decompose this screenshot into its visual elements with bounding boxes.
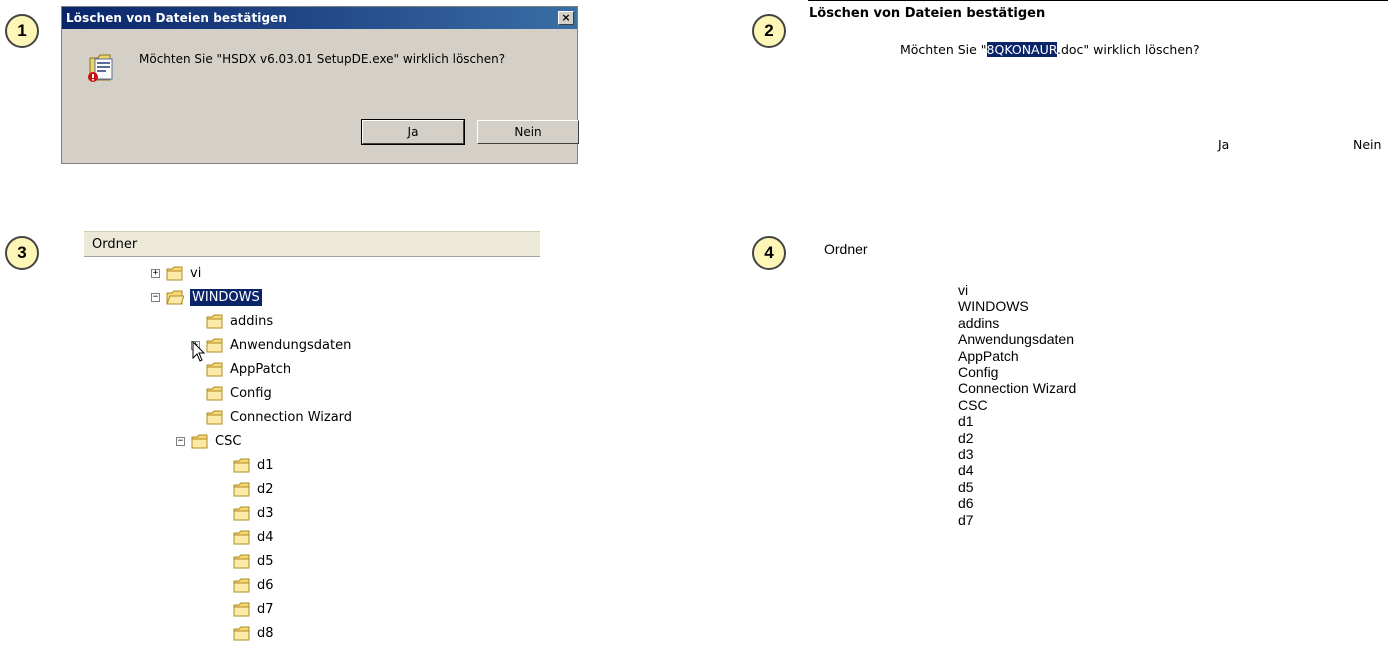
tree-node[interactable]: − CSC — [176, 431, 241, 452]
folder-tree-pane: Ordner + vi − WINDOWS addins + Anwendung… — [84, 231, 540, 649]
list-item[interactable]: d7 — [958, 512, 1076, 528]
folder-icon — [233, 506, 250, 521]
tree-node-label: CSC — [215, 434, 242, 449]
list-item[interactable]: Connection Wizard — [958, 380, 1076, 396]
tree-node[interactable]: d8 — [233, 623, 274, 644]
step-badge-4: 4 — [752, 236, 786, 270]
folder-icon — [233, 578, 250, 593]
yes-button[interactable]: Ja — [1218, 137, 1229, 152]
dialog-title: Löschen von Dateien bestätigen — [66, 11, 288, 25]
list-item[interactable]: CSC — [958, 397, 1076, 413]
tree-node[interactable]: d1 — [233, 455, 274, 476]
tree-node-label: d8 — [257, 626, 274, 641]
folder-icon — [233, 482, 250, 497]
tree-node[interactable]: Config — [206, 383, 272, 404]
tree-node-label: d7 — [257, 602, 274, 617]
tree-node-label: vi — [190, 266, 202, 281]
folder-icon — [206, 362, 223, 377]
tree-node[interactable]: − WINDOWS — [151, 287, 262, 308]
tree-node-label: Connection Wizard — [230, 410, 353, 425]
tree-node[interactable]: addins — [206, 311, 273, 332]
tree-node[interactable]: AppPatch — [206, 359, 291, 380]
tree-node-label: d1 — [257, 458, 274, 473]
tree-node[interactable]: d2 — [233, 479, 274, 500]
mouse-pointer-icon — [192, 341, 206, 362]
tree-node[interactable]: d5 — [233, 551, 274, 572]
dialog-titlebar[interactable]: Löschen von Dateien bestätigen × — [62, 7, 577, 29]
selected-filename[interactable]: 8QKONAUR — [986, 42, 1057, 57]
delete-file-icon — [86, 50, 120, 88]
step-badge-2: 2 — [752, 14, 786, 48]
tree-node-label-selected: WINDOWS — [190, 289, 262, 306]
folder-icon — [206, 410, 223, 425]
list-item[interactable]: d2 — [958, 430, 1076, 446]
step-badge-1: 1 — [5, 14, 39, 48]
list-item[interactable]: addins — [958, 315, 1076, 331]
tree-node-label: d4 — [257, 530, 274, 545]
list-item[interactable]: WINDOWS — [958, 298, 1076, 314]
list-item[interactable]: AppPatch — [958, 348, 1076, 364]
folder-open-icon — [166, 290, 184, 305]
folder-icon — [206, 338, 223, 353]
tree-node[interactable]: + Anwendungsdaten — [191, 335, 351, 356]
dialog-message: Möchten Sie "8QKONAUR.doc" wirklich lösc… — [900, 42, 1200, 57]
folder-icon — [233, 626, 250, 641]
folder-icon — [206, 314, 223, 329]
delete-confirm-text-view: Löschen von Dateien bestätigen Möchten S… — [808, 0, 1388, 170]
collapse-icon[interactable]: − — [176, 437, 185, 446]
tree-node[interactable]: Connection Wizard — [206, 407, 352, 428]
tree-node[interactable]: d4 — [233, 527, 274, 548]
expand-icon[interactable]: + — [151, 269, 160, 278]
list-item[interactable]: d6 — [958, 495, 1076, 511]
tree-node[interactable]: d7 — [233, 599, 274, 620]
folder-icon — [233, 554, 250, 569]
list-item[interactable]: d1 — [958, 413, 1076, 429]
tree-header: Ordner — [84, 231, 540, 257]
dialog-title: Löschen von Dateien bestätigen — [809, 6, 1046, 21]
list-item[interactable]: Config — [958, 364, 1076, 380]
tree-node-label: Config — [230, 386, 272, 401]
tree-node-label: AppPatch — [230, 362, 292, 377]
tree-node-label: d6 — [257, 578, 274, 593]
message-prefix: Möchten Sie " — [900, 42, 987, 57]
no-button[interactable]: Nein — [477, 120, 579, 144]
tree-node[interactable]: d6 — [233, 575, 274, 596]
tree-node-label: d5 — [257, 554, 274, 569]
tree-node-label: d3 — [257, 506, 274, 521]
message-suffix: .doc" wirklich löschen? — [1056, 42, 1200, 57]
step-badge-3: 3 — [5, 236, 39, 270]
collapse-icon[interactable]: − — [151, 293, 160, 302]
divider — [808, 0, 1388, 1]
list-item[interactable]: Anwendungsdaten — [958, 331, 1076, 347]
no-button[interactable]: Nein — [1353, 137, 1381, 152]
dialog-message: Möchten Sie "HSDX v6.03.01 SetupDE.exe" … — [139, 52, 506, 66]
list-item[interactable]: d3 — [958, 446, 1076, 462]
folder-icon — [206, 386, 223, 401]
list-item[interactable]: d5 — [958, 479, 1076, 495]
folder-icon — [233, 458, 250, 473]
tree-header: Ordner — [824, 241, 868, 257]
yes-button[interactable]: Ja — [361, 119, 465, 145]
list-item[interactable]: vi — [958, 282, 1076, 298]
folder-icon — [233, 602, 250, 617]
folder-icon — [233, 530, 250, 545]
tree-node-label: addins — [230, 314, 274, 329]
folder-icon — [191, 434, 208, 449]
folder-icon — [166, 266, 183, 281]
delete-confirm-dialog: Löschen von Dateien bestätigen × Möchten… — [61, 6, 579, 164]
list-item[interactable]: d4 — [958, 462, 1076, 478]
tree-node-label: Anwendungsdaten — [230, 338, 352, 353]
tree-node[interactable]: + vi — [151, 263, 201, 284]
folder-list: vi WINDOWS addins Anwendungsdaten AppPat… — [958, 282, 1076, 528]
tree-node[interactable]: d3 — [233, 503, 274, 524]
close-button[interactable]: × — [558, 11, 574, 25]
tree-node-label: d2 — [257, 482, 274, 497]
